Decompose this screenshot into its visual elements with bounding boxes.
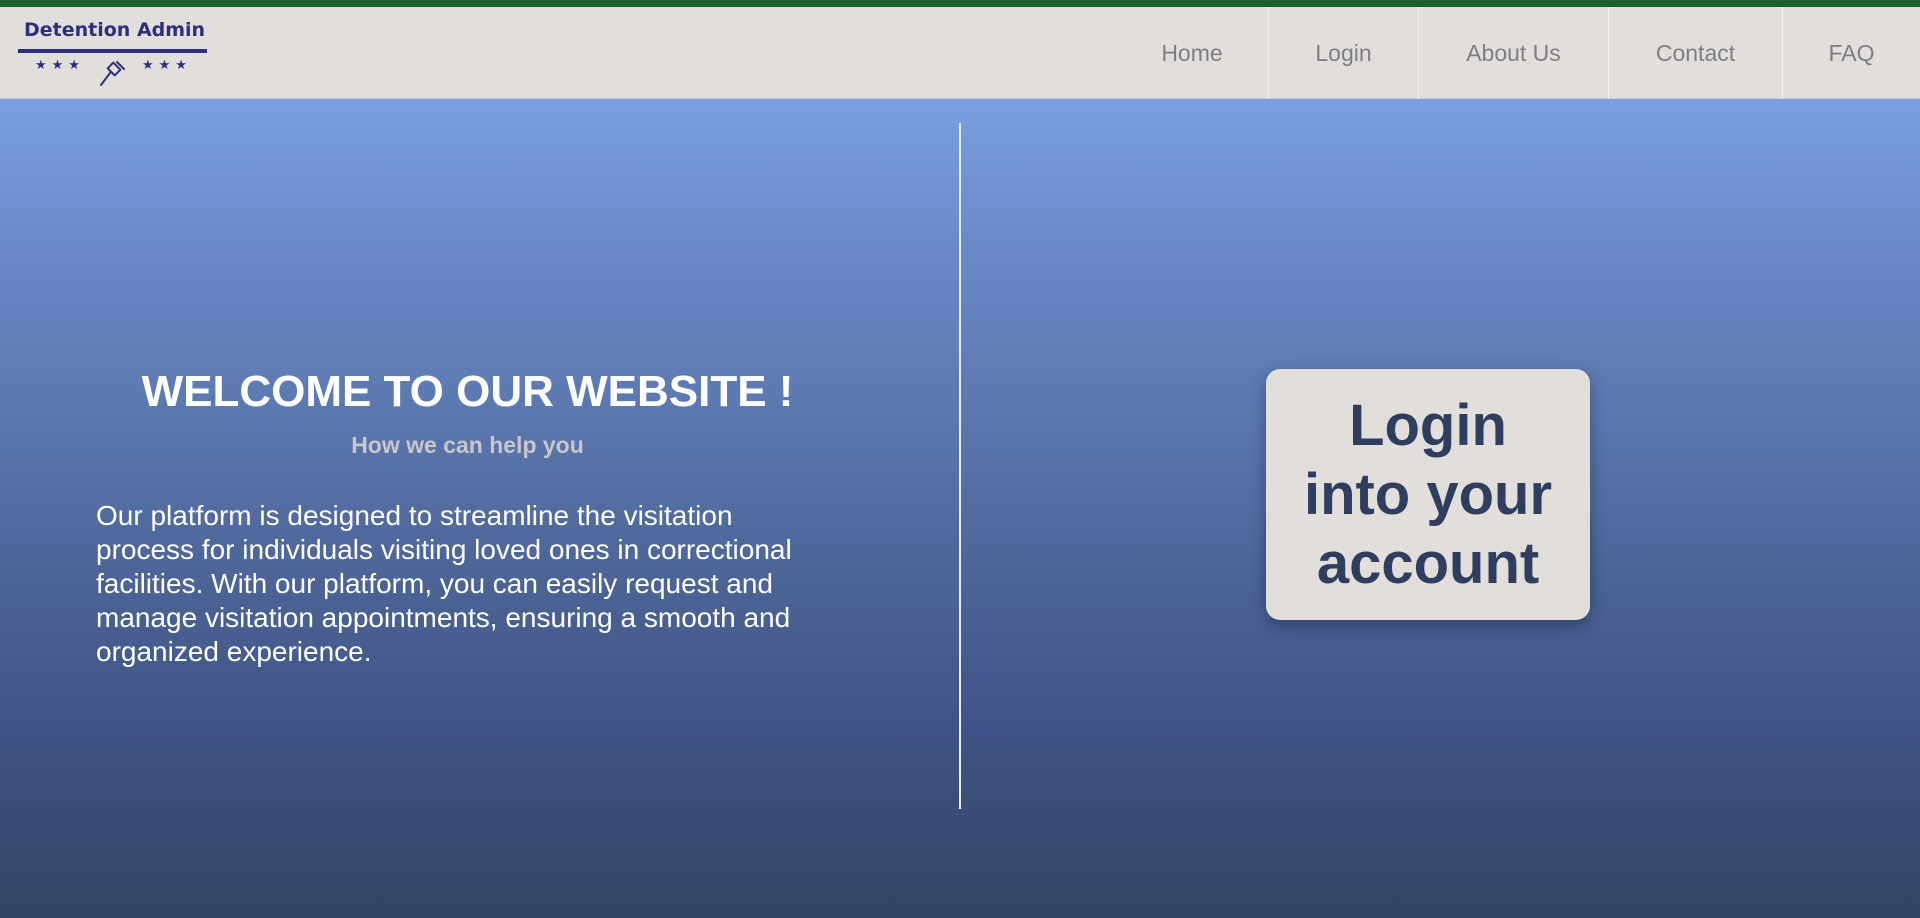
top-accent-strip — [0, 0, 1920, 7]
welcome-title: WELCOME TO OUR WEBSITE ! — [141, 367, 794, 416]
logo-stars-right: ★★★ — [142, 57, 192, 72]
hero-section: WELCOME TO OUR WEBSITE ! How we can help… — [0, 99, 1920, 918]
nav-faq[interactable]: FAQ — [1782, 7, 1920, 99]
logo-stars-left: ★★★ — [35, 57, 85, 72]
nav-contact[interactable]: Contact — [1608, 7, 1782, 99]
nav-about-us[interactable]: About Us — [1418, 7, 1608, 99]
nav-home[interactable]: Home — [1116, 7, 1268, 99]
vertical-divider — [959, 123, 961, 809]
gavel-icon — [100, 61, 125, 86]
login-card-label: Login into your account — [1303, 393, 1553, 596]
logo[interactable]: Detention Admin ★★★ ★★★ — [18, 13, 208, 93]
nav-login[interactable]: Login — [1268, 7, 1418, 99]
welcome-subtitle: How we can help you — [351, 432, 584, 458]
logo-text: Detention Admin — [24, 19, 206, 41]
logo-underline — [18, 49, 207, 53]
main-nav: Home Login About Us Contact FAQ — [1116, 7, 1920, 99]
welcome-description: Our platform is designed to streamline t… — [96, 500, 792, 667]
navbar: Detention Admin ★★★ ★★★ Home Login About… — [0, 7, 1920, 99]
login-card-button[interactable]: Login into your account — [1266, 369, 1590, 620]
